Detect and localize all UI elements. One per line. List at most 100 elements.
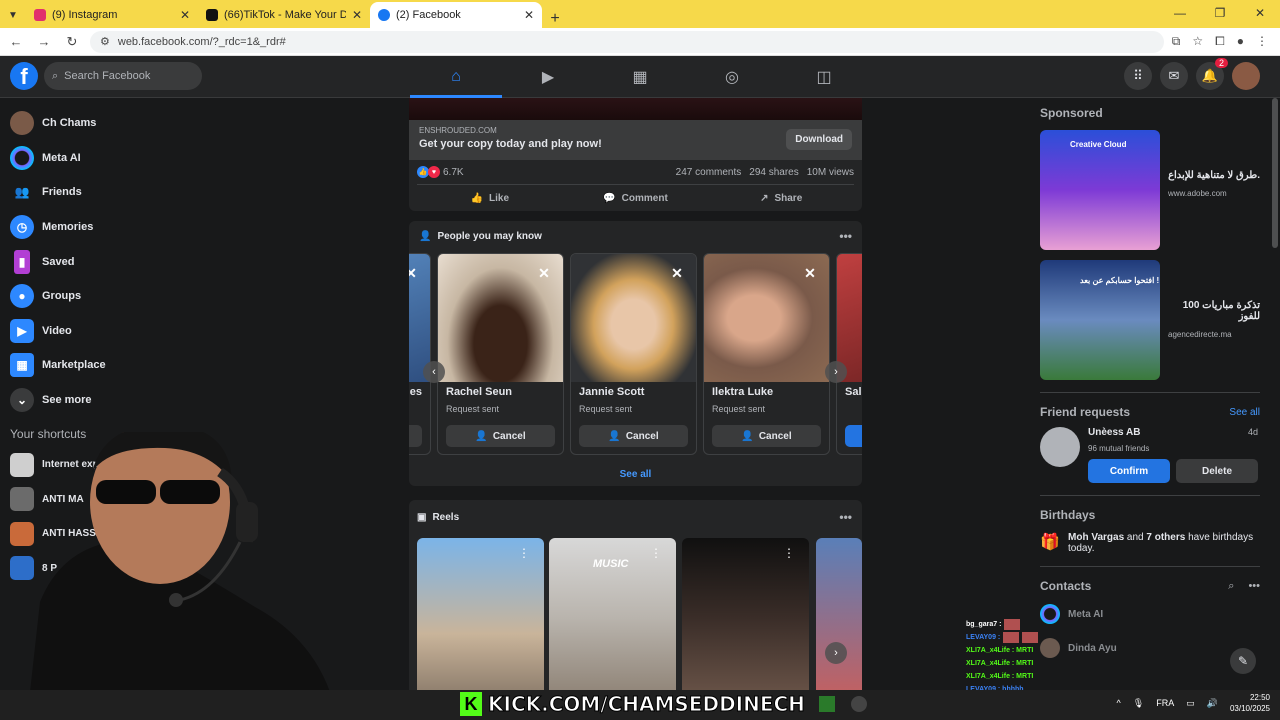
- reel-thumbnail[interactable]: ⋮: [682, 538, 809, 698]
- search-input[interactable]: ⌕ Search Facebook: [44, 62, 202, 90]
- site-info-icon[interactable]: ⚙: [100, 35, 110, 48]
- comments-count[interactable]: 247 comments: [676, 167, 742, 178]
- sidebar-item-profile[interactable]: Ch Chams: [0, 106, 230, 141]
- groups-icon[interactable]: ◎: [686, 56, 778, 98]
- new-tab-button[interactable]: +: [542, 10, 568, 28]
- extensions-icon[interactable]: ⧠: [1215, 34, 1225, 49]
- shares-count[interactable]: 294 shares: [749, 167, 798, 178]
- carousel-prev-icon[interactable]: ‹: [423, 361, 445, 383]
- close-icon[interactable]: ✕: [409, 264, 420, 282]
- reactions[interactable]: 👍 ♥ 6.7K: [417, 166, 464, 178]
- sidebar-item-groups[interactable]: ● Groups: [0, 279, 230, 314]
- tray-chevron-icon[interactable]: ^: [1117, 698, 1121, 708]
- install-app-icon[interactable]: ⧉: [1172, 34, 1181, 49]
- ad-media[interactable]: [409, 98, 862, 120]
- sidebar-item-saved[interactable]: ▮ Saved: [0, 244, 230, 279]
- forward-icon[interactable]: →: [34, 34, 54, 49]
- back-icon[interactable]: ←: [6, 34, 26, 49]
- like-button[interactable]: 👍 Like: [417, 185, 563, 211]
- video-icon[interactable]: ▶: [502, 56, 594, 98]
- see-all-link[interactable]: See all: [409, 469, 862, 480]
- tab-instagram[interactable]: (9) Instagram ✕: [26, 2, 198, 28]
- search-icon[interactable]: ⌕: [1228, 580, 1234, 593]
- pymk-card-partial[interactable]: ✕ des: [409, 253, 431, 455]
- maximize-icon[interactable]: ❐: [1200, 0, 1240, 26]
- clock[interactable]: 22:50 03/10/2025: [1230, 692, 1270, 714]
- sidebar-item-marketplace[interactable]: ▦ Marketplace: [0, 348, 230, 383]
- scrollbar[interactable]: [1272, 98, 1278, 248]
- pymk-card[interactable]: ✕ Rachel Seun Request sent 👤 Cancel: [437, 253, 564, 455]
- pymk-card[interactable]: ✕ Jannie Scott Request sent 👤 Cancel: [570, 253, 697, 455]
- chat-message: XLI7A_x4Life : MRTI: [966, 670, 1056, 683]
- card-button[interactable]: [845, 425, 862, 447]
- carousel-next-icon[interactable]: ›: [825, 361, 847, 383]
- language-indicator[interactable]: FRA: [1156, 698, 1174, 708]
- reel-thumbnail[interactable]: [816, 538, 862, 698]
- close-icon[interactable]: ✕: [535, 264, 553, 282]
- marketplace-icon[interactable]: ▦: [594, 56, 686, 98]
- network-icon[interactable]: ▭: [1186, 698, 1195, 709]
- more-options-icon[interactable]: •••: [839, 229, 852, 243]
- comment-button[interactable]: 💬 Comment: [563, 185, 709, 211]
- minimize-icon[interactable]: —: [1160, 0, 1200, 26]
- cancel-request-button[interactable]: 👤 Cancel: [712, 425, 821, 447]
- ad-link-bar[interactable]: ENSHROUDED.COM Get your copy today and p…: [409, 120, 862, 160]
- notifications-bell-icon[interactable]: 🔔 2: [1196, 58, 1228, 90]
- share-button[interactable]: ↗ Share: [708, 185, 854, 211]
- see-all-requests-link[interactable]: See all: [1229, 407, 1260, 418]
- contact-item[interactable]: Dinda Ayu: [1040, 631, 1260, 665]
- sponsored-item[interactable]: افتحوا حسابكم عن بعد ! 100 تذكرة مباريات…: [1040, 260, 1260, 380]
- more-options-icon[interactable]: ⋮: [518, 546, 530, 560]
- microphone-icon[interactable]: 🎙: [1133, 698, 1144, 709]
- pymk-card-partial[interactable]: Sal: [836, 253, 862, 455]
- contact-item[interactable]: Meta AI: [1040, 597, 1260, 631]
- volume-icon[interactable]: 🔊: [1207, 698, 1218, 709]
- tab-facebook[interactable]: (2) Facebook ✕: [370, 2, 542, 28]
- new-message-icon[interactable]: ✎: [1230, 648, 1256, 674]
- more-options-icon[interactable]: ⋮: [650, 546, 662, 560]
- reel-thumbnail[interactable]: MUSIC ⋮: [549, 538, 676, 698]
- delete-button[interactable]: Delete: [1176, 459, 1258, 483]
- cancel-request-button[interactable]: 👤 Cancel: [579, 425, 688, 447]
- close-icon[interactable]: ✕: [524, 8, 534, 22]
- url-field[interactable]: ⚙ web.facebook.com/?_rdc=1&_rdr#: [90, 30, 1164, 53]
- sidebar-item-friends[interactable]: 👥 Friends: [0, 175, 230, 210]
- pymk-card[interactable]: ✕ Ilektra Luke Request sent 👤 Cancel: [703, 253, 830, 455]
- birthday-item[interactable]: 🎁 Moh Vargas and 7 others have birthdays…: [1040, 532, 1260, 554]
- app-icon[interactable]: [818, 696, 835, 712]
- browser-menu-icon[interactable]: ⋮: [1256, 34, 1268, 49]
- sidebar-item-see-more[interactable]: ⌄ See more: [0, 383, 230, 418]
- close-window-icon[interactable]: ✕: [1240, 0, 1280, 26]
- sidebar-item-memories[interactable]: ◷ Memories: [0, 210, 230, 245]
- card-button[interactable]: [409, 425, 422, 447]
- profile-icon[interactable]: ●: [1237, 34, 1244, 49]
- sponsored-item[interactable]: Creative Cloud طرق لا متناهية للإبداع. w…: [1040, 130, 1260, 250]
- close-icon[interactable]: ✕: [801, 264, 819, 282]
- close-icon[interactable]: ✕: [180, 8, 190, 22]
- cancel-request-button[interactable]: 👤 Cancel: [446, 425, 555, 447]
- home-icon[interactable]: ⌂: [410, 56, 502, 98]
- tab-search-chevron-icon[interactable]: ▼: [0, 2, 26, 28]
- more-options-icon[interactable]: •••: [839, 510, 852, 524]
- download-button[interactable]: Download: [786, 129, 852, 150]
- account-avatar[interactable]: [1232, 62, 1260, 90]
- menu-grid-icon[interactable]: ⠿: [1124, 62, 1152, 90]
- reload-icon[interactable]: ↻: [62, 34, 82, 50]
- avatar[interactable]: [1040, 427, 1080, 467]
- reels-next-icon[interactable]: ›: [825, 642, 847, 664]
- gaming-icon[interactable]: ◫: [778, 56, 870, 98]
- tab-tiktok[interactable]: (66)TikTok - Make Your Day ✕: [198, 2, 370, 28]
- sidebar-item-meta-ai[interactable]: Meta AI: [0, 141, 230, 176]
- close-icon[interactable]: ✕: [668, 264, 686, 282]
- confirm-button[interactable]: Confirm: [1088, 459, 1170, 483]
- facebook-logo-icon[interactable]: f: [10, 62, 38, 90]
- more-options-icon[interactable]: •••: [1248, 580, 1260, 593]
- more-options-icon[interactable]: ⋮: [783, 546, 795, 560]
- close-icon[interactable]: ✕: [352, 8, 362, 22]
- sidebar-item-video[interactable]: ▶ Video: [0, 314, 230, 349]
- app-icon[interactable]: [850, 696, 867, 712]
- messenger-icon[interactable]: ✉: [1160, 62, 1188, 90]
- bookmark-star-icon[interactable]: ☆: [1192, 34, 1203, 49]
- requester-name[interactable]: Unèess AB: [1088, 427, 1140, 438]
- reel-thumbnail[interactable]: ⋮: [417, 538, 544, 698]
